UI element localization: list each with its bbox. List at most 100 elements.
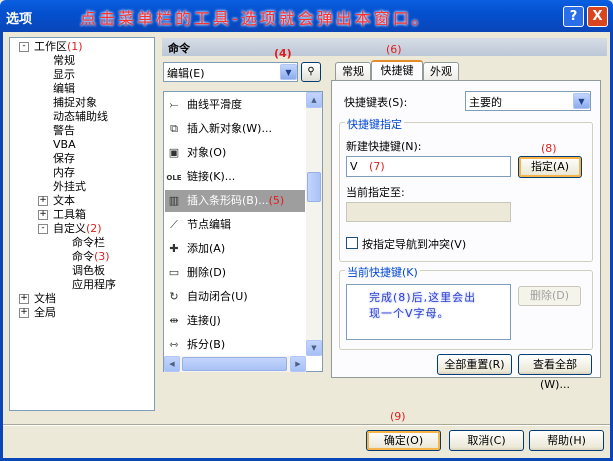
tab-general[interactable]: 常规 — [335, 62, 371, 81]
category-value: 编辑(E) — [167, 67, 205, 80]
annotation-9: (9) — [390, 410, 406, 423]
tree-item[interactable]: 文档 — [34, 292, 56, 305]
help-button[interactable]: 帮助(H) — [529, 430, 604, 451]
tree-item-label: 警告 — [53, 124, 75, 137]
horizontal-scroll-thumb[interactable] — [182, 357, 287, 371]
tree-item[interactable]: 内存 — [53, 166, 75, 179]
tree-item[interactable]: VBA — [53, 138, 76, 151]
shortcut-table-value: 主要的 — [469, 96, 502, 109]
reset-all-button[interactable]: 全部重置(R) — [437, 354, 512, 375]
tree-item-label: 显示 — [53, 68, 75, 81]
tree-item[interactable]: 保存 — [53, 152, 75, 165]
panel-title: 命令 — [168, 42, 190, 55]
collapse-icon[interactable]: - — [38, 224, 48, 234]
chevron-down-icon[interactable]: ▼ — [280, 64, 297, 80]
help-icon[interactable]: ? — [563, 6, 584, 27]
scroll-up-icon[interactable]: ▲ — [306, 92, 322, 108]
tree-item[interactable]: 显示 — [53, 68, 75, 81]
tree-item[interactable]: 工具箱 — [53, 208, 86, 221]
command-item[interactable]: ▣ 对象(O) — [165, 142, 305, 164]
command-item[interactable]: OLE 链接(K)... — [165, 166, 305, 188]
command-item[interactable]: ✚ 添加(A) — [165, 238, 305, 260]
tree-item-label: 外挂式 — [53, 180, 86, 193]
command-item[interactable]: ⧉ 插入新对象(W)... — [165, 118, 305, 140]
new-shortcut-label: 新建快捷键(N): — [346, 140, 422, 153]
assign-button[interactable]: 指定(A) — [518, 156, 582, 178]
expand-icon[interactable]: + — [19, 294, 29, 304]
expand-icon[interactable]: + — [19, 308, 29, 318]
view-all-button[interactable]: 查看全部(W)... — [518, 354, 592, 391]
tree-item[interactable]: 常规 — [53, 54, 75, 67]
window-title: 选项 — [6, 12, 33, 27]
current-shortcuts-list[interactable]: 完成(8)后,这里会出现一个V字母。 — [346, 284, 511, 340]
category-select[interactable]: 编辑(E) — [163, 62, 298, 82]
tree-item[interactable]: 外挂式 — [53, 180, 86, 193]
vertical-scrollbar[interactable] — [306, 92, 322, 356]
title-annotation: 点击菜单栏的工具-选项就会弹出本窗口。 — [80, 9, 431, 28]
command-icon: ▥ — [168, 194, 180, 207]
tree-item-label: 内存 — [53, 166, 75, 179]
tree-item[interactable]: 动态辅助线 — [53, 110, 108, 123]
tab-appearance[interactable]: 外观 — [423, 62, 459, 81]
expand-icon[interactable]: + — [38, 196, 48, 206]
tab-shortcuts[interactable]: 快捷键 — [371, 60, 423, 81]
vertical-scroll-thumb[interactable] — [307, 172, 321, 202]
collapse-icon[interactable]: - — [19, 42, 29, 52]
scroll-left-icon[interactable]: ◀ — [164, 356, 180, 372]
command-item[interactable]: ▭ 删除(D) — [165, 262, 305, 284]
close-icon[interactable]: X — [587, 6, 608, 27]
tree-item-label: 文本 — [53, 194, 75, 207]
new-shortcut-value: V — [350, 160, 358, 173]
tree-item[interactable]: 编辑 — [53, 82, 75, 95]
command-label: 拆分(B) — [187, 338, 226, 351]
tree-item-label: 自定义 — [53, 222, 86, 235]
tree-item[interactable]: 命令栏 — [72, 236, 105, 249]
command-item[interactable]: ↻ 自动闭合(U) — [165, 286, 305, 308]
chevron-down-icon[interactable]: ▼ — [573, 93, 590, 109]
tree-item[interactable]: 捕捉对象 — [53, 96, 97, 109]
conflict-checkbox[interactable] — [346, 237, 358, 249]
command-item[interactable]: ⟋ 节点编辑 — [165, 214, 305, 236]
tree-item-label: 保存 — [53, 152, 75, 165]
tree-annotation: (2) — [86, 222, 102, 235]
conflict-label[interactable]: 按指定导航到冲突(V) — [362, 236, 466, 252]
scroll-down-icon[interactable]: ▼ — [306, 340, 322, 356]
command-label: 对象(O) — [187, 146, 227, 159]
command-item[interactable]: ▥ 插入条形码(B)...(5) — [165, 190, 305, 212]
scroll-right-icon[interactable]: ▶ — [290, 356, 306, 372]
command-item[interactable]: ⇿ 拆分(B) — [165, 334, 305, 356]
command-item[interactable]: ⇹ 连接(J) — [165, 310, 305, 332]
tree-item[interactable]: 自定义(2) — [53, 222, 102, 235]
tree-item[interactable]: 文本 — [53, 194, 75, 207]
current-list-note: 完成(8)后,这里会出现一个V字母。 — [369, 291, 477, 320]
tree-item[interactable]: 工作区(1) — [34, 40, 83, 53]
tree-annotation: (3) — [94, 250, 110, 263]
tree-item[interactable]: 警告 — [53, 124, 75, 137]
command-annotation: (5) — [268, 194, 285, 207]
command-label: 插入条形码(B)... — [187, 194, 269, 207]
command-item[interactable]: ⤚ 曲线平滑度 — [165, 94, 305, 116]
binoculars-icon[interactable]: ⚲ — [301, 62, 321, 82]
tree-item[interactable]: 应用程序 — [72, 278, 116, 291]
command-icon: ⤚ — [169, 98, 179, 111]
tree-item[interactable]: 调色板 — [72, 264, 105, 277]
tree-item[interactable]: 全局 — [34, 306, 56, 319]
tree-item-label: 调色板 — [72, 264, 105, 277]
tree-item[interactable]: 命令(3) — [72, 250, 110, 263]
ok-button[interactable]: 确定(O) — [366, 430, 441, 451]
command-icon: ▣ — [168, 146, 180, 159]
command-label: 删除(D) — [187, 266, 227, 279]
delete-shortcut-button[interactable]: 删除(D) — [518, 286, 581, 306]
tree-item-label: 命令 — [72, 250, 94, 263]
annotation-8: (8) — [541, 142, 557, 155]
assign-group-title: 快捷键指定 — [345, 116, 404, 132]
command-label: 自动闭合(U) — [187, 290, 248, 303]
command-label: 链接(K)... — [187, 170, 236, 183]
cancel-button[interactable]: 取消(C) — [449, 430, 524, 451]
expand-icon[interactable]: + — [38, 210, 48, 220]
command-label: 曲线平滑度 — [187, 98, 242, 111]
command-label: 添加(A) — [187, 242, 226, 255]
new-shortcut-input[interactable]: V (7) — [346, 156, 511, 177]
tree-item-label: 文档 — [34, 292, 56, 305]
command-icon: ⧉ — [170, 122, 178, 135]
